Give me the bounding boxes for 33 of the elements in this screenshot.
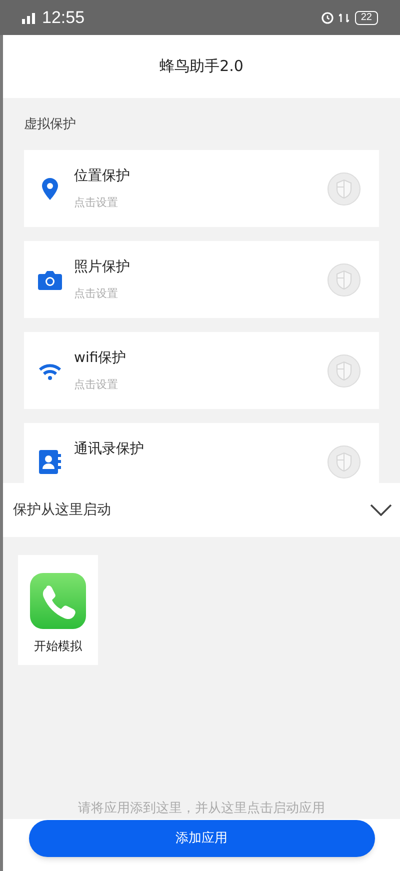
app-tile[interactable]: 开始模拟 <box>18 555 98 665</box>
protection-title: wifi保护 <box>74 350 126 366</box>
protection-title: 通讯录保护 <box>74 441 144 457</box>
protection-title: 位置保护 <box>74 168 130 184</box>
protection-card[interactable]: wifi保护 点击设置 <box>24 332 379 409</box>
shield-toggle-icon[interactable] <box>327 262 361 296</box>
alarm-icon <box>320 11 334 24</box>
protection-card[interactable]: 通讯录保护 <box>24 423 379 483</box>
protection-card[interactable]: 照片保护 点击设置 <box>24 241 379 318</box>
wifi-icon <box>38 362 62 380</box>
mobile-data-icon <box>338 12 349 22</box>
app-label: 开始模拟 <box>34 639 82 653</box>
contact-book-icon <box>39 450 61 474</box>
chevron-down-icon[interactable] <box>370 504 392 516</box>
shield-toggle-icon[interactable] <box>327 354 361 388</box>
protection-subtitle: 点击设置 <box>74 196 118 209</box>
app-title: 蜂鸟助手2.0 <box>160 56 244 78</box>
protection-card[interactable]: 位置保护 点击设置 <box>24 150 379 227</box>
shield-toggle-icon[interactable] <box>327 172 361 206</box>
phone-app-icon <box>30 573 86 629</box>
protection-title: 照片保护 <box>74 259 130 275</box>
launcher-title: 保护从这里启动 <box>13 500 111 520</box>
protection-subtitle: 点击设置 <box>74 378 118 391</box>
location-pin-icon <box>42 178 58 200</box>
section-label: 虚拟保护 <box>24 117 76 133</box>
protection-subtitle: 点击设置 <box>74 287 118 300</box>
shield-toggle-icon[interactable] <box>327 444 361 478</box>
add-app-button[interactable]: 添加应用 <box>28 820 374 857</box>
signal-icon <box>22 12 38 24</box>
hint-text: 请将应用添到这里，并从这里点击启动应用 <box>78 801 325 817</box>
clock-time: 12:55 <box>42 9 85 26</box>
battery-indicator: 22 <box>354 10 378 24</box>
camera-icon <box>38 270 62 290</box>
